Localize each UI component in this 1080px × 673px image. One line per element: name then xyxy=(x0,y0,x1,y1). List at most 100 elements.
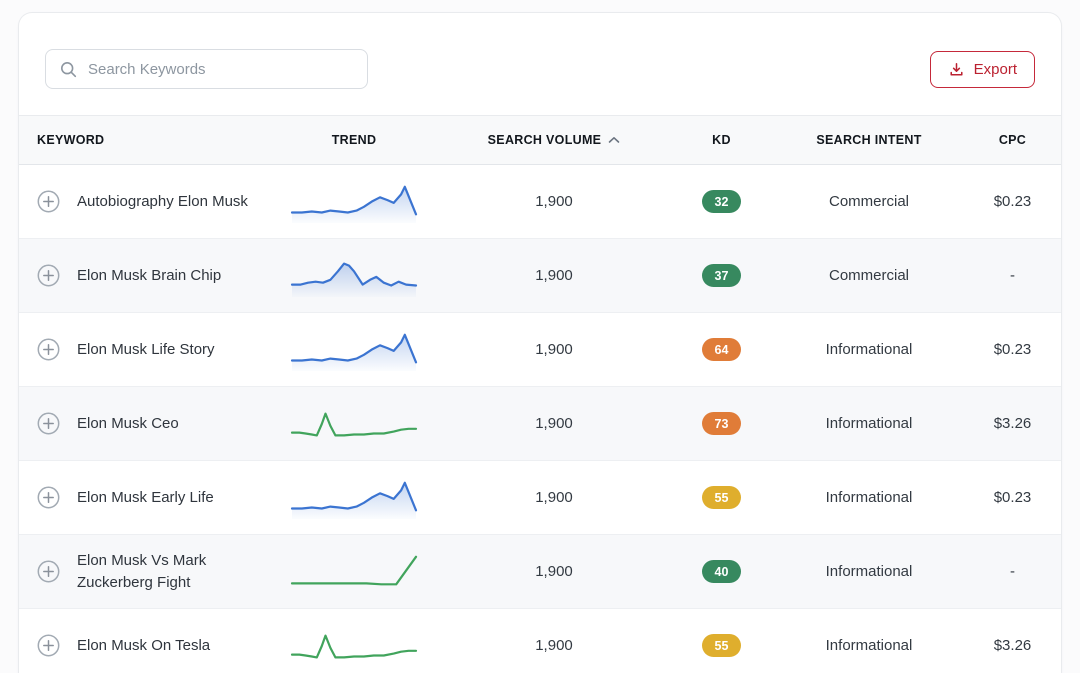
kd-badge: 64 xyxy=(702,338,741,361)
kd-badge: 55 xyxy=(702,634,741,657)
search-icon xyxy=(60,61,77,78)
trend-sparkline xyxy=(289,549,419,595)
trend-sparkline xyxy=(289,401,419,447)
keyword-cell: Elon Musk Life Story xyxy=(19,330,269,369)
search-volume-value: 1,900 xyxy=(439,341,669,358)
keyword-cell: Elon Musk Brain Chip xyxy=(19,256,269,295)
search-intent-value: Informational xyxy=(774,563,964,580)
add-keyword-button[interactable] xyxy=(37,190,60,213)
search-intent-value: Informational xyxy=(774,415,964,432)
table-row: Elon Musk Ceo 1,900 73 Informational $3.… xyxy=(19,387,1061,461)
plus-circle-icon xyxy=(37,560,60,583)
cpc-value: - xyxy=(964,267,1061,284)
add-keyword-button[interactable] xyxy=(37,264,60,287)
add-keyword-button[interactable] xyxy=(37,338,60,361)
column-header-trend[interactable]: TREND xyxy=(269,133,439,147)
trend-sparkline xyxy=(289,623,419,669)
search-volume-value: 1,900 xyxy=(439,193,669,210)
kd-cell: 64 xyxy=(669,338,774,361)
keyword-label: Autobiography Elon Musk xyxy=(77,191,248,213)
plus-circle-icon xyxy=(37,412,60,435)
add-keyword-button[interactable] xyxy=(37,486,60,509)
keyword-cell: Elon Musk Early Life xyxy=(19,478,269,517)
trend-cell xyxy=(269,327,439,373)
kd-cell: 37 xyxy=(669,264,774,287)
keyword-cell: Elon Musk On Tesla xyxy=(19,626,269,665)
search-volume-value: 1,900 xyxy=(439,489,669,506)
plus-circle-icon xyxy=(37,634,60,657)
kd-badge: 37 xyxy=(702,264,741,287)
search-volume-value: 1,900 xyxy=(439,267,669,284)
trend-sparkline xyxy=(289,179,419,225)
trend-cell xyxy=(269,179,439,225)
trend-cell xyxy=(269,475,439,521)
trend-sparkline xyxy=(289,475,419,521)
column-header-cpc[interactable]: CPC xyxy=(964,133,1061,147)
column-header-kd[interactable]: KD xyxy=(669,133,774,147)
kd-cell: 73 xyxy=(669,412,774,435)
keyword-table-card: Export KEYWORD TREND SEARCH VOLUME KD SE… xyxy=(18,12,1062,673)
cpc-value: $3.26 xyxy=(964,415,1061,432)
search-intent-value: Informational xyxy=(774,489,964,506)
download-icon xyxy=(948,61,965,78)
kd-cell: 40 xyxy=(669,560,774,583)
search-volume-value: 1,900 xyxy=(439,637,669,654)
column-header-search-volume[interactable]: SEARCH VOLUME xyxy=(439,133,669,147)
kd-badge: 73 xyxy=(702,412,741,435)
trend-cell xyxy=(269,549,439,595)
search-volume-value: 1,900 xyxy=(439,415,669,432)
kd-badge: 55 xyxy=(702,486,741,509)
column-header-keyword[interactable]: KEYWORD xyxy=(19,133,269,147)
add-keyword-button[interactable] xyxy=(37,560,60,583)
trend-sparkline xyxy=(289,327,419,373)
keyword-cell: Autobiography Elon Musk xyxy=(19,182,269,221)
search-box xyxy=(45,49,368,89)
toolbar: Export xyxy=(19,13,1061,115)
search-intent-value: Commercial xyxy=(774,193,964,210)
table-body: Autobiography Elon Musk 1,900 32 Commerc… xyxy=(19,165,1061,673)
table-row: Elon Musk Early Life 1,900 55 Informatio… xyxy=(19,461,1061,535)
cpc-value: - xyxy=(964,563,1061,580)
search-input[interactable] xyxy=(88,61,353,78)
keyword-label: Elon Musk On Tesla xyxy=(77,635,210,657)
trend-sparkline xyxy=(289,253,419,299)
trend-cell xyxy=(269,623,439,669)
table-header: KEYWORD TREND SEARCH VOLUME KD SEARCH IN… xyxy=(19,115,1061,165)
plus-circle-icon xyxy=(37,486,60,509)
kd-cell: 32 xyxy=(669,190,774,213)
trend-cell xyxy=(269,401,439,447)
add-keyword-button[interactable] xyxy=(37,412,60,435)
export-button[interactable]: Export xyxy=(930,51,1035,88)
keyword-label: Elon Musk Ceo xyxy=(77,413,179,435)
keyword-cell: Elon Musk Vs Mark Zuckerberg Fight xyxy=(19,542,269,602)
add-keyword-button[interactable] xyxy=(37,634,60,657)
plus-circle-icon xyxy=(37,190,60,213)
table-row: Elon Musk Vs Mark Zuckerberg Fight 1,900… xyxy=(19,535,1061,609)
column-header-search-intent[interactable]: SEARCH INTENT xyxy=(774,133,964,147)
kd-cell: 55 xyxy=(669,486,774,509)
cpc-value: $0.23 xyxy=(964,193,1061,210)
sort-asc-icon xyxy=(608,136,620,144)
kd-badge: 40 xyxy=(702,560,741,583)
search-intent-value: Informational xyxy=(774,341,964,358)
table-row: Elon Musk Life Story 1,900 64 Informatio… xyxy=(19,313,1061,387)
search-intent-value: Commercial xyxy=(774,267,964,284)
search-volume-value: 1,900 xyxy=(439,563,669,580)
plus-circle-icon xyxy=(37,338,60,361)
cpc-value: $0.23 xyxy=(964,489,1061,506)
keyword-label: Elon Musk Early Life xyxy=(77,487,214,509)
keyword-label: Elon Musk Brain Chip xyxy=(77,265,221,287)
table-row: Elon Musk Brain Chip 1,900 37 Commercial… xyxy=(19,239,1061,313)
export-label: Export xyxy=(974,61,1017,78)
plus-circle-icon xyxy=(37,264,60,287)
keyword-cell: Elon Musk Ceo xyxy=(19,404,269,443)
search-intent-value: Informational xyxy=(774,637,964,654)
keyword-label: Elon Musk Life Story xyxy=(77,339,215,361)
keyword-label: Elon Musk Vs Mark Zuckerberg Fight xyxy=(77,550,257,594)
column-header-label: SEARCH VOLUME xyxy=(488,133,602,147)
cpc-value: $3.26 xyxy=(964,637,1061,654)
cpc-value: $0.23 xyxy=(964,341,1061,358)
table-row: Autobiography Elon Musk 1,900 32 Commerc… xyxy=(19,165,1061,239)
trend-cell xyxy=(269,253,439,299)
table-row: Elon Musk On Tesla 1,900 55 Informationa… xyxy=(19,609,1061,673)
